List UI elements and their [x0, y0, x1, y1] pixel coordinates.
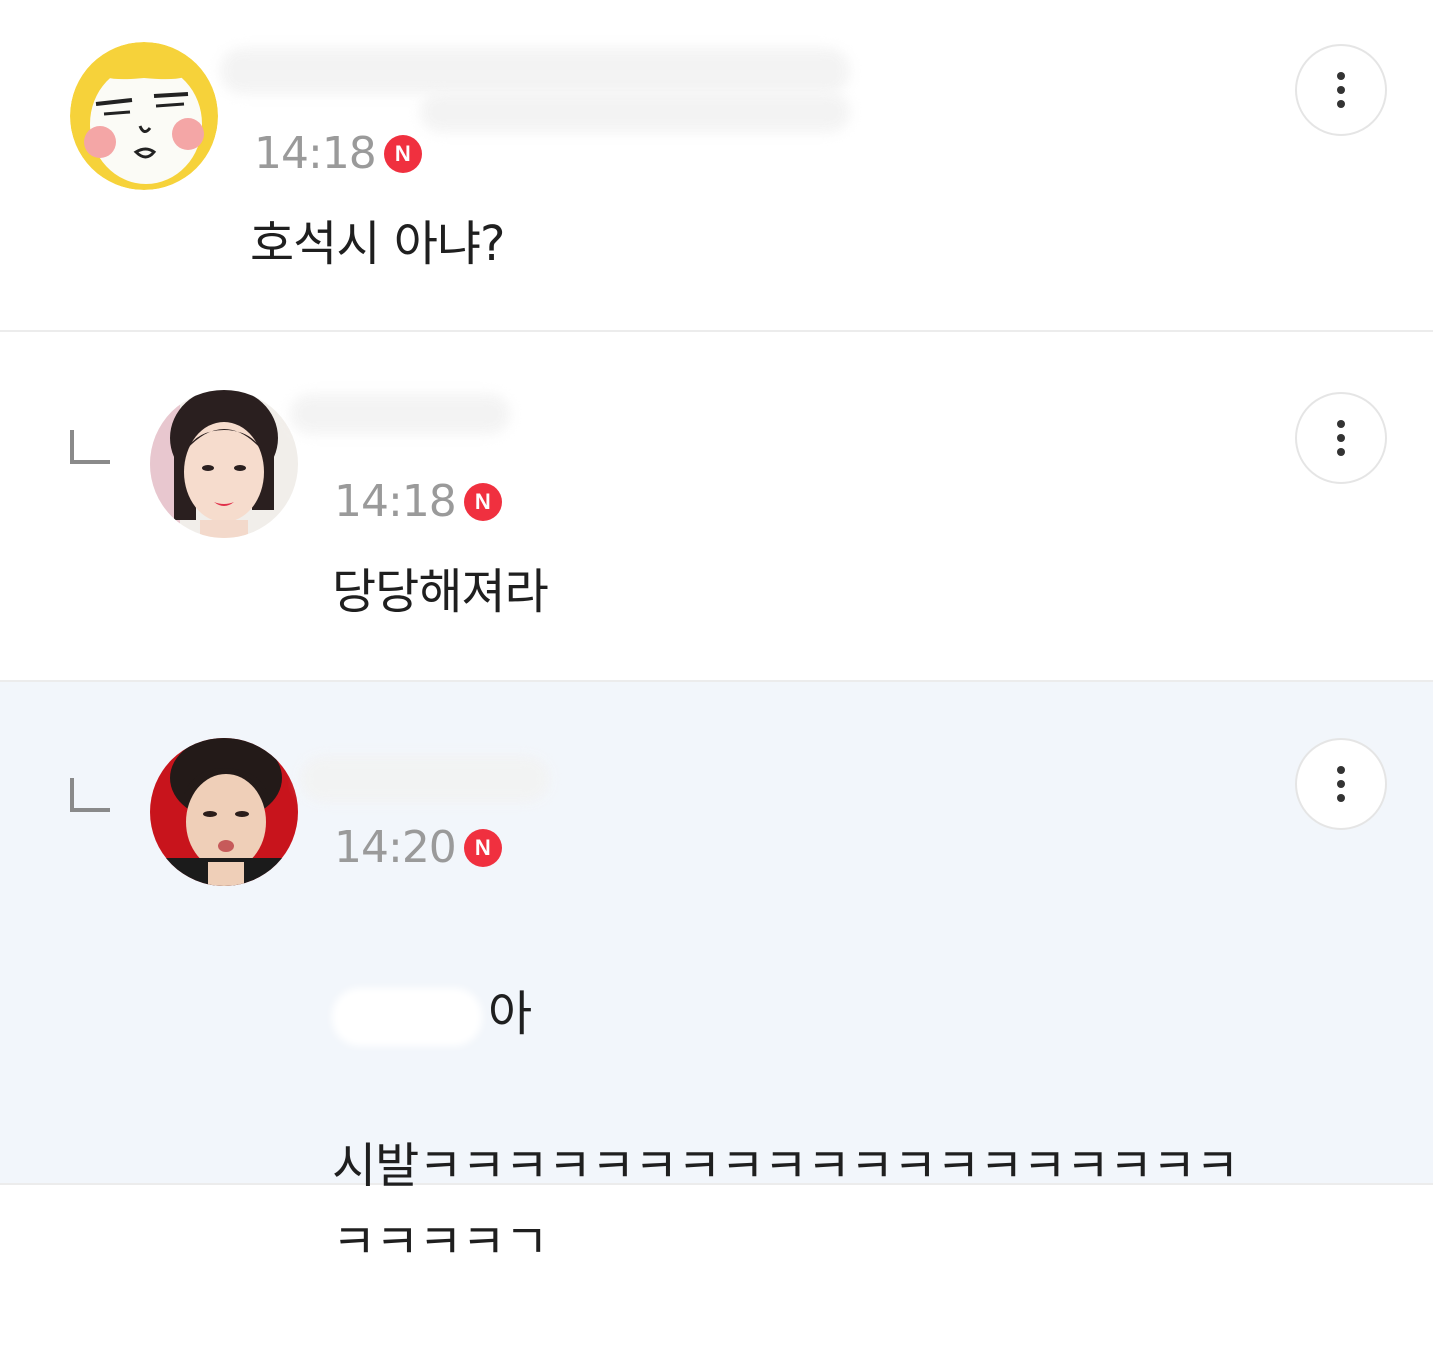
nickname-redacted — [300, 756, 550, 802]
nickname-redacted — [290, 394, 510, 434]
comment-text: 호석시 아냐? — [250, 216, 506, 272]
comment-time: 14:18 — [254, 128, 377, 179]
comment-meta: 14:20 N — [334, 824, 502, 872]
new-badge-icon: N — [383, 135, 422, 173]
comment-text-line1: 아 — [332, 976, 1238, 1052]
nickname-redacted-tail — [420, 92, 850, 132]
man-portrait-avatar[interactable] — [150, 738, 298, 886]
comment-meta: 14:18 N — [334, 478, 502, 526]
more-vertical-icon[interactable] — [1295, 392, 1387, 484]
mention-redacted — [332, 988, 482, 1046]
new-badge-icon: N — [463, 483, 502, 521]
comment-item: 14:18 N 호석시 아냐? — [0, 0, 1433, 332]
woman-portrait-avatar[interactable] — [150, 390, 298, 538]
comment-text: 당당해져라 — [332, 564, 549, 620]
more-vertical-icon[interactable] — [1295, 738, 1387, 830]
cartoon-face-avatar[interactable] — [70, 42, 218, 190]
comment-meta: 14:18 N — [254, 130, 422, 178]
new-badge-icon: N — [463, 829, 502, 867]
comment-text: 아 시발ㅋㅋㅋㅋㅋㅋㅋㅋㅋㅋㅋㅋㅋㅋㅋㅋㅋㅋㅋ ㅋㅋㅋㅋㄱ — [332, 900, 1239, 1356]
comment-text-line2: 시발ㅋㅋㅋㅋㅋㅋㅋㅋㅋㅋㅋㅋㅋㅋㅋㅋㅋㅋㅋ ㅋㅋㅋㅋㄱ — [332, 1138, 1239, 1270]
comment-list: 14:18 N 호석시 아냐? 14:18 N 당당해져라 14:20 N 아 … — [0, 0, 1433, 1270]
comment-time: 14:20 — [334, 822, 457, 873]
reply-arrow-icon — [70, 430, 110, 464]
reply-item: 14:18 N 당당해져라 — [0, 332, 1433, 682]
nickname-redacted — [220, 48, 850, 94]
reply-item-highlighted: 14:20 N 아 시발ㅋㅋㅋㅋㅋㅋㅋㅋㅋㅋㅋㅋㅋㅋㅋㅋㅋㅋㅋ ㅋㅋㅋㅋㄱ — [0, 682, 1433, 1270]
comment-time: 14:18 — [334, 476, 457, 527]
more-vertical-icon[interactable] — [1295, 44, 1387, 136]
reply-arrow-icon — [70, 778, 110, 812]
